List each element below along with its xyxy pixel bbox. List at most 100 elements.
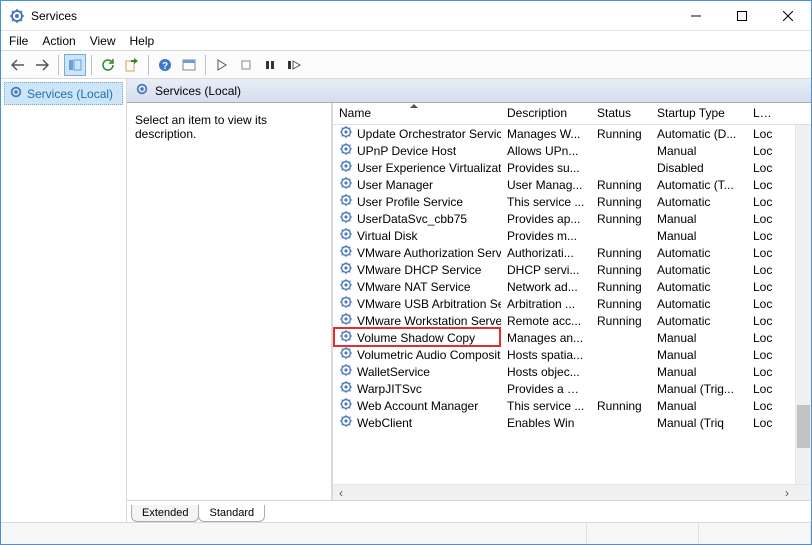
start-service-button[interactable] xyxy=(211,54,233,76)
cell-name: VMware USB Arbitration Ser... xyxy=(333,295,501,312)
service-icon xyxy=(339,363,353,380)
service-icon xyxy=(339,125,353,142)
tab-extended[interactable]: Extended xyxy=(131,505,199,522)
cell-description: Allows UPn... xyxy=(501,144,591,158)
pane-header: Services (Local) xyxy=(127,79,811,103)
menu-bar: File Action View Help xyxy=(1,31,811,51)
table-row[interactable]: VMware Authorization Servi...Authorizati… xyxy=(333,244,811,261)
toolbar-separator xyxy=(58,55,59,75)
service-list[interactable]: Name Description Status Startup Type Log… xyxy=(333,103,811,500)
menu-action[interactable]: Action xyxy=(42,34,75,48)
tree-node-label: Services (Local) xyxy=(27,87,113,101)
cell-description: DHCP servi... xyxy=(501,263,591,277)
cell-description: Authorizati... xyxy=(501,246,591,260)
refresh-button[interactable] xyxy=(97,54,119,76)
console-tree[interactable]: Services (Local) xyxy=(1,79,127,522)
cell-startup: Automatic xyxy=(651,263,747,277)
vertical-scrollbar[interactable] xyxy=(795,125,811,484)
table-row[interactable]: UserDataSvc_cbb75Provides ap...RunningMa… xyxy=(333,210,811,227)
table-row[interactable]: Volumetric Audio Composit...Hosts spatia… xyxy=(333,346,811,363)
menu-help[interactable]: Help xyxy=(130,34,155,48)
table-row[interactable]: Virtual DiskProvides m...ManualLoc xyxy=(333,227,811,244)
column-name[interactable]: Name xyxy=(333,103,501,124)
help-button[interactable]: ? xyxy=(154,54,176,76)
properties-button[interactable] xyxy=(178,54,200,76)
scroll-right-icon[interactable]: › xyxy=(779,485,795,501)
cell-logon: Loc xyxy=(747,331,779,345)
show-hide-tree-button[interactable] xyxy=(64,54,86,76)
cell-name: Web Account Manager xyxy=(333,397,501,414)
services-icon xyxy=(9,8,25,24)
table-row[interactable]: WebClientEnables WinManual (TriqLoc xyxy=(333,414,811,431)
horizontal-scrollbar[interactable]: ‹ › xyxy=(333,484,811,500)
forward-button[interactable] xyxy=(31,54,53,76)
menu-view[interactable]: View xyxy=(90,34,116,48)
table-row[interactable]: VMware Workstation ServerRemote acc...Ru… xyxy=(333,312,811,329)
cell-status: Running xyxy=(591,399,651,413)
cell-startup: Manual xyxy=(651,365,747,379)
table-row[interactable]: WalletServiceHosts objec...ManualLoc xyxy=(333,363,811,380)
cell-description: User Manag... xyxy=(501,178,591,192)
cell-status: Running xyxy=(591,178,651,192)
column-logon-as[interactable]: Log xyxy=(747,103,779,124)
cell-startup: Manual xyxy=(651,212,747,226)
toolbar-separator xyxy=(148,55,149,75)
cell-name: VMware Workstation Server xyxy=(333,312,501,329)
table-row[interactable]: User Experience Virtualizatio...Provides… xyxy=(333,159,811,176)
back-button[interactable] xyxy=(7,54,29,76)
stop-service-button[interactable] xyxy=(235,54,257,76)
column-status[interactable]: Status xyxy=(591,103,651,124)
table-row[interactable]: User ManagerUser Manag...RunningAutomati… xyxy=(333,176,811,193)
cell-logon: Loc xyxy=(747,382,779,396)
cell-logon: Loc xyxy=(747,246,779,260)
cell-startup: Manual xyxy=(651,331,747,345)
table-row[interactable]: Volume Shadow CopyManages an...ManualLoc xyxy=(333,329,811,346)
table-row[interactable]: Update Orchestrator ServiceManages W...R… xyxy=(333,125,811,142)
cell-logon: Loc xyxy=(747,178,779,192)
service-rows[interactable]: Update Orchestrator ServiceManages W...R… xyxy=(333,125,811,484)
service-icon xyxy=(339,295,353,312)
view-tabs: Extended Standard xyxy=(127,500,811,522)
cell-startup: Automatic (D... xyxy=(651,127,747,141)
cell-name: User Experience Virtualizatio... xyxy=(333,159,501,176)
cell-name: WarpJITSvc xyxy=(333,380,501,397)
table-row[interactable]: WarpJITSvcProvides a JI...Manual (Trig..… xyxy=(333,380,811,397)
service-icon xyxy=(339,346,353,363)
pause-service-button[interactable] xyxy=(259,54,281,76)
table-row[interactable]: Web Account ManagerThis service ...Runni… xyxy=(333,397,811,414)
export-button[interactable] xyxy=(121,54,143,76)
table-row[interactable]: UPnP Device HostAllows UPn...ManualLoc xyxy=(333,142,811,159)
title-bar[interactable]: Services xyxy=(1,1,811,31)
restart-service-button[interactable] xyxy=(283,54,305,76)
table-row[interactable]: VMware DHCP ServiceDHCP servi...RunningA… xyxy=(333,261,811,278)
column-startup-type[interactable]: Startup Type xyxy=(651,103,747,124)
close-button[interactable] xyxy=(765,1,811,30)
service-icon xyxy=(339,142,353,159)
maximize-button[interactable] xyxy=(719,1,765,30)
table-row[interactable]: VMware USB Arbitration Ser...Arbitration… xyxy=(333,295,811,312)
tab-standard[interactable]: Standard xyxy=(198,505,265,522)
services-icon xyxy=(9,85,23,102)
minimize-button[interactable] xyxy=(673,1,719,30)
cell-logon: Loc xyxy=(747,348,779,362)
cell-logon: Loc xyxy=(747,212,779,226)
scrollbar-thumb[interactable] xyxy=(797,405,810,448)
cell-logon: Loc xyxy=(747,416,779,430)
service-icon xyxy=(339,244,353,261)
column-headers[interactable]: Name Description Status Startup Type Log xyxy=(333,103,811,125)
tree-node-services-local[interactable]: Services (Local) xyxy=(4,82,123,105)
cell-name: VMware Authorization Servi... xyxy=(333,244,501,261)
cell-startup: Automatic (T... xyxy=(651,178,747,192)
table-row[interactable]: VMware NAT ServiceNetwork ad...RunningAu… xyxy=(333,278,811,295)
cell-description: Enables Win xyxy=(501,416,591,430)
table-row[interactable]: User Profile ServiceThis service ...Runn… xyxy=(333,193,811,210)
cell-logon: Loc xyxy=(747,314,779,328)
cell-startup: Manual xyxy=(651,229,747,243)
cell-name: UserDataSvc_cbb75 xyxy=(333,210,501,227)
cell-logon: Loc xyxy=(747,263,779,277)
column-description[interactable]: Description xyxy=(501,103,591,124)
menu-file[interactable]: File xyxy=(9,34,28,48)
scroll-left-icon[interactable]: ‹ xyxy=(333,485,349,501)
cell-name: Virtual Disk xyxy=(333,227,501,244)
cell-status: Running xyxy=(591,280,651,294)
